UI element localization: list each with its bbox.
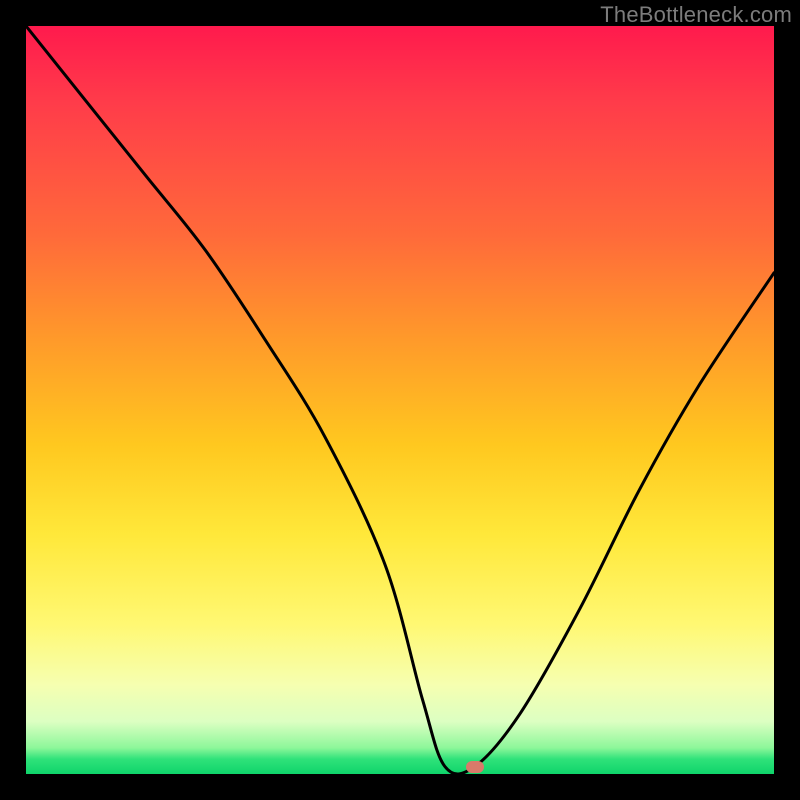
bottleneck-curve [26,26,774,774]
plot-area [26,26,774,774]
chart-frame: TheBottleneck.com [0,0,800,800]
optimal-point-marker [466,761,484,773]
watermark-label: TheBottleneck.com [600,2,792,28]
